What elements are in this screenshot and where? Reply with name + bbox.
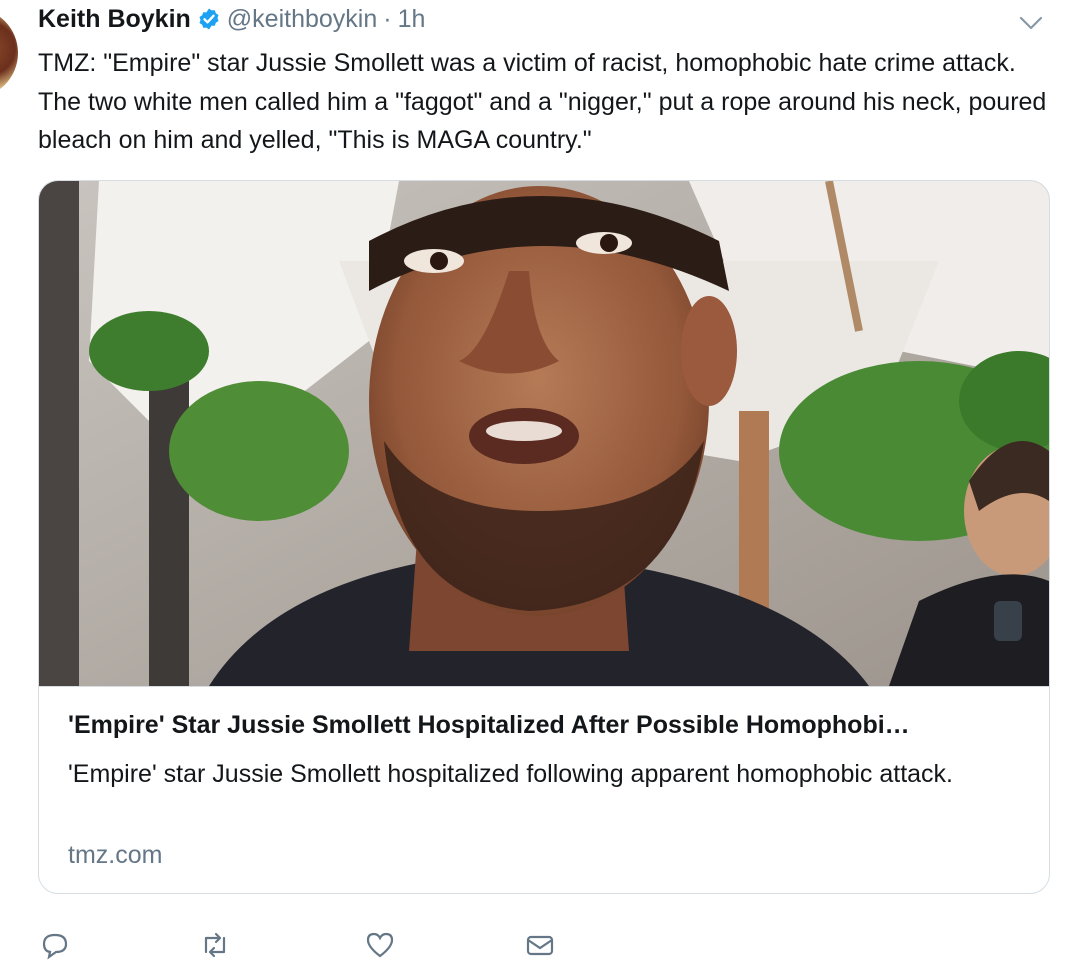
author-name[interactable]: Keith Boykin [38, 5, 191, 34]
tweet-actions [40, 930, 1040, 960]
author-avatar[interactable] [0, 8, 18, 98]
author-handle[interactable]: @keithboykin [227, 5, 377, 34]
tweet-timestamp[interactable]: 1h [398, 5, 426, 34]
reply-icon [42, 933, 68, 960]
separator-dot: · [383, 4, 392, 33]
reply-button[interactable] [40, 930, 70, 960]
chevron-down-icon[interactable] [1018, 14, 1044, 32]
message-icon [526, 935, 554, 956]
retweet-icon [204, 932, 226, 958]
heart-icon [366, 932, 394, 958]
message-button[interactable] [525, 930, 555, 960]
like-button[interactable] [365, 930, 395, 960]
card-title[interactable]: 'Empire' Star Jussie Smollett Hospitaliz… [68, 711, 1028, 740]
card-photo [39, 181, 1049, 686]
link-card[interactable]: 'Empire' Star Jussie Smollett Hospitaliz… [38, 180, 1050, 894]
card-image[interactable] [39, 181, 1049, 687]
tweet-text: TMZ: "Empire" star Jussie Smollett was a… [38, 49, 1047, 154]
verified-badge-icon [199, 8, 219, 30]
card-domain[interactable]: tmz.com [68, 841, 162, 870]
retweet-button[interactable] [200, 930, 230, 960]
card-description: 'Empire' star Jussie Smollett hospitaliz… [68, 760, 953, 788]
tweet-header: Keith Boykin @keithboykin · 1h [38, 2, 425, 36]
